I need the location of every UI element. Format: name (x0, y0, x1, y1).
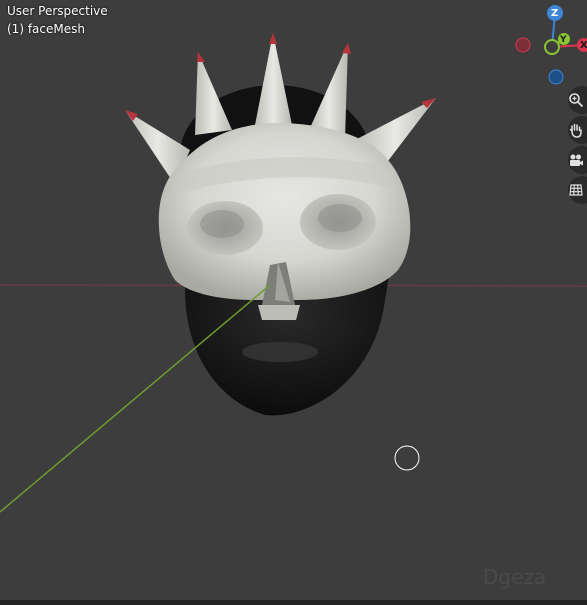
gizmo-y-label[interactable]: Y (560, 32, 567, 49)
grid-icon (569, 184, 583, 196)
left-eye-inner (200, 210, 244, 238)
gizmo-x-label[interactable]: X (580, 37, 587, 54)
teeth-area (258, 305, 300, 320)
viewport-bottom-edge (0, 600, 587, 605)
active-object-label: (1) faceMesh (7, 22, 85, 36)
spike-tip-2 (197, 52, 205, 62)
chin-highlight (242, 342, 318, 362)
spike-4 (310, 43, 348, 140)
3d-cursor (394, 445, 420, 471)
zoom-icon (569, 93, 584, 108)
gizmo-y-axis (544, 39, 560, 55)
viewport-scene (0, 5, 587, 513)
gizmo-neg-z-axis (548, 69, 564, 85)
spike-tip-3 (269, 33, 277, 44)
spike-tip-4 (342, 43, 351, 54)
gizmo-neg-x-axis (515, 37, 531, 53)
view-perspective-label: User Perspective (7, 4, 108, 18)
spike-3 (255, 33, 292, 125)
hand-icon (569, 123, 582, 138)
gizmo-z-label[interactable]: Z (551, 5, 558, 22)
3d-viewport[interactable]: Z Y X User Perspective (1) faceMesh Dgez… (0, 0, 587, 605)
watermark: Dgeza (483, 565, 547, 589)
right-eye-inner (318, 204, 362, 232)
camera-icon (570, 154, 583, 166)
spike-2 (195, 52, 232, 135)
y-axis-line (0, 284, 271, 513)
